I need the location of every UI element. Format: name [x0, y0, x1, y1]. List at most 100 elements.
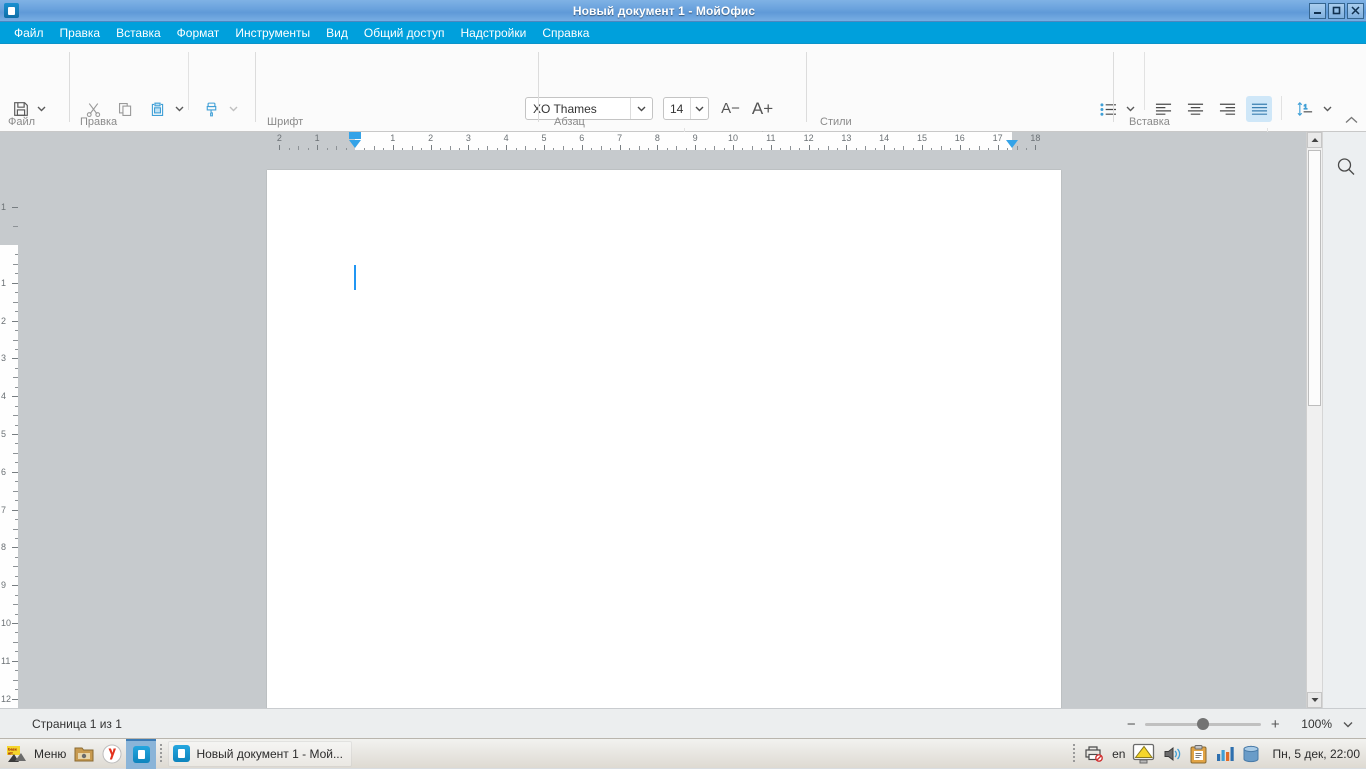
ruler-tick-label: 9 [692, 133, 698, 143]
ribbon-group-font: XO Thames 14 A− A+ Ж К Ч АВ ••• [258, 44, 784, 150]
first-line-indent-marker[interactable] [349, 132, 361, 139]
scroll-down-button[interactable] [1307, 692, 1322, 708]
scroll-up-button[interactable] [1307, 132, 1322, 148]
menu-share[interactable]: Общий доступ [356, 24, 453, 42]
vruler-tick-label: 2 [1, 315, 7, 326]
zoom-level-label: 100% [1301, 717, 1332, 731]
menu-button-label[interactable]: Меню [34, 747, 66, 761]
vertical-ruler[interactable]: 1 1 2 3 4 5 6 7 8 9 10 11 12 [0, 150, 18, 708]
ribbon-group-edit-label: Правка [80, 116, 118, 128]
ribbon-toolbar: Файл Правка XO Thames 14 A− A+ Шрифт 1 А… [0, 44, 1366, 152]
format-painter-dropdown-caret[interactable] [227, 96, 240, 122]
title-bar: Новый документ 1 - МойОфис [0, 0, 1366, 22]
ribbon-group-styles-label: Стили [820, 116, 852, 128]
vruler-tick-label: 4 [1, 391, 7, 402]
ribbon-group-insert: ••• Вставка [1116, 44, 1366, 132]
vruler-tick-label: 1 [1, 277, 7, 288]
ruler-tick-label: 2 [276, 133, 282, 143]
ribbon-collapse-chevron-icon[interactable] [1345, 115, 1358, 127]
yandex-browser-icon[interactable] [98, 740, 126, 768]
ribbon-group-insert-label: Вставка [1129, 116, 1170, 128]
page-count-label: Страница 1 из 1 [32, 716, 122, 731]
ribbon-group-paragraph-label: Абзац [554, 116, 585, 128]
right-sidebar [1322, 132, 1366, 708]
menu-edit[interactable]: Правка [52, 24, 109, 42]
scrollbar-thumb[interactable] [1308, 150, 1321, 406]
vertical-scrollbar[interactable] [1306, 132, 1322, 708]
ribbon-group-edit: Правка [72, 44, 252, 148]
ruler-tick-label: 1 [390, 133, 396, 143]
vruler-tick-label: 1 [1, 202, 7, 213]
ribbon-group-paragraph: 1. 1.1 2. [541, 44, 1332, 152]
menu-bar: Файл Правка Вставка Формат Инструменты В… [0, 22, 1366, 44]
display-settings-icon[interactable] [1130, 741, 1160, 767]
ribbon-group-styles: АаБбВı Обычный АаБбВ Заг...к 1 АаБбВı За… [809, 44, 1109, 132]
ruler-tick-label: 6 [579, 133, 585, 143]
myoffice-app-icon [4, 3, 19, 18]
chevron-down-icon[interactable] [1338, 714, 1358, 734]
right-indent-marker[interactable] [1006, 140, 1018, 148]
system-tray: en Пн, 5 дек, 22:00 [1069, 739, 1360, 769]
ruler-tick-label: 5 [541, 133, 547, 143]
maximize-button[interactable] [1328, 2, 1345, 19]
menu-help[interactable]: Справка [534, 24, 597, 42]
vruler-tick-label: 3 [1, 353, 7, 364]
ruler-tick-label: 8 [654, 133, 660, 143]
ruler-tick-label: 18 [1030, 133, 1041, 143]
ribbon-group-font-label: Шрифт [267, 116, 304, 128]
menu-file[interactable]: Файл [6, 24, 52, 42]
zoom-out-button[interactable]: − [1121, 714, 1141, 734]
system-monitor-icon[interactable] [1212, 741, 1238, 767]
printer-disabled-icon[interactable] [1081, 741, 1107, 767]
status-bar: Страница 1 из 1 − + 100% [0, 708, 1366, 738]
ruler-tick-label: 11 [766, 133, 776, 143]
zoom-slider[interactable] [1145, 714, 1262, 734]
paste-dropdown-caret[interactable] [173, 96, 186, 122]
tray-separator [1072, 744, 1079, 764]
ruler-tick-label: 3 [465, 133, 471, 143]
zoom-in-button[interactable]: + [1265, 714, 1285, 734]
ruler-tick-label: 15 [916, 133, 928, 143]
menu-view[interactable]: Вид [318, 24, 356, 42]
left-indent-marker[interactable] [349, 140, 361, 148]
ruler-tick-label: 1 [314, 133, 320, 143]
myoffice-icon[interactable] [126, 738, 157, 769]
vruler-tick-label: 5 [1, 429, 7, 439]
clock[interactable]: Пн, 5 дек, 22:00 [1272, 747, 1360, 761]
window-title: Новый документ 1 - МойОфис [572, 3, 756, 18]
zoom-slider-thumb[interactable] [1197, 718, 1210, 730]
save-dropdown-caret[interactable] [35, 96, 48, 122]
paste-button[interactable] [144, 96, 170, 122]
clipboard-icon[interactable] [1186, 741, 1212, 767]
menu-tools[interactable]: Инструменты [227, 24, 318, 42]
myoffice-icon [173, 745, 191, 762]
storage-icon[interactable] [1238, 741, 1264, 767]
document-page[interactable] [267, 170, 1061, 708]
menu-format[interactable]: Формат [169, 24, 228, 42]
menu-addons[interactable]: Надстройки [452, 24, 534, 42]
menu-insert[interactable]: Вставка [108, 24, 169, 42]
ruler-tick-label: 12 [803, 133, 814, 143]
keyboard-layout-indicator[interactable]: en [1112, 747, 1125, 761]
format-painter-button[interactable] [198, 96, 224, 122]
svg-text:alt: alt [8, 750, 13, 755]
minimize-button[interactable] [1309, 2, 1326, 19]
ruler-tick-label: 13 [841, 133, 852, 143]
vruler-tick-label: 12 [1, 693, 12, 704]
close-button[interactable] [1347, 2, 1364, 19]
alt-menu-icon[interactable]: base alt [2, 740, 32, 768]
volume-icon[interactable] [1160, 741, 1186, 767]
vruler-tick-label: 10 [1, 618, 12, 628]
file-manager-icon[interactable] [70, 740, 98, 768]
taskbar: base alt Меню Новый документ 1 - Мой... [0, 738, 1366, 769]
taskbar-separator [159, 743, 166, 764]
document-workspace[interactable] [18, 150, 1306, 708]
text-cursor [354, 265, 356, 290]
search-icon[interactable] [1335, 156, 1357, 178]
horizontal-ruler[interactable]: 1 2 1 2 3 4 5 6 7 8 9 10 11 12 13 14 15 16 17 18 [0, 132, 1334, 150]
ruler-tick-label: 10 [727, 133, 739, 143]
task-window-button[interactable]: Новый документ 1 - Мой... [168, 740, 352, 767]
ruler-tick-label: 7 [617, 133, 623, 143]
vruler-tick-label: 9 [1, 580, 7, 591]
ribbon-group-file-label: Файл [8, 116, 36, 128]
